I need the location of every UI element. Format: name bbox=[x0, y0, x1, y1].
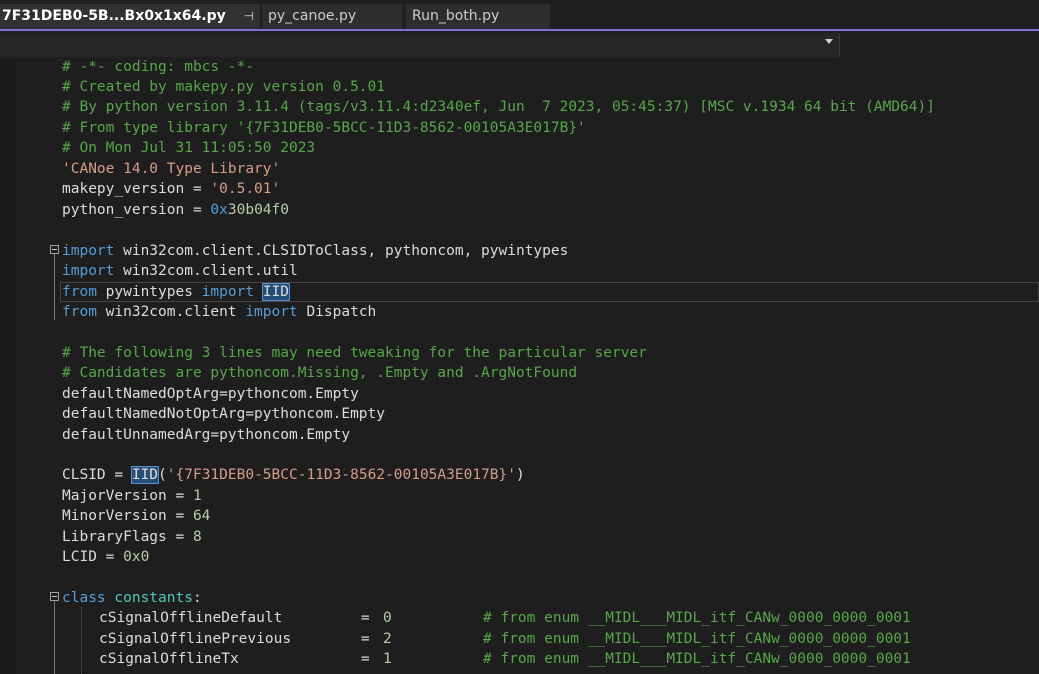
code-editor[interactable]: # -*- coding: mbcs -*- # Created by make… bbox=[0, 59, 1039, 674]
code-text: makepy_version = bbox=[62, 181, 211, 197]
document-tab-bar: 7F31DEB0-5B...Bx0x1x64.py ⊣ py_canoe.py … bbox=[0, 0, 1039, 29]
code-text: win32com.client bbox=[96, 304, 246, 320]
class-name: constants bbox=[114, 590, 193, 606]
keyword: import bbox=[245, 304, 298, 320]
constant-comment: # from enum __MIDL___MIDL_itf_CANw_0000_… bbox=[483, 610, 911, 626]
code-text: LCID = bbox=[62, 549, 124, 565]
keyword: import bbox=[201, 284, 255, 300]
number-literal: 0x0 bbox=[123, 549, 150, 565]
tab-makepy-generated-file[interactable]: 7F31DEB0-5B...Bx0x1x64.py ⊣ bbox=[0, 4, 260, 29]
constant-name: cSignalOfflineTx = bbox=[99, 651, 370, 667]
code-text: MinorVersion = bbox=[62, 508, 193, 524]
constant-comment: # from enum __MIDL___MIDL_itf_CANw_0000_… bbox=[483, 651, 911, 667]
number-literal: 64 bbox=[192, 508, 211, 524]
code-text: win32com.client.util bbox=[114, 263, 298, 279]
code-line-3: # By python version 3.11.4 (tags/v3.11.4… bbox=[62, 99, 935, 115]
constant-name: cSignalOfflineDefault = bbox=[99, 610, 370, 626]
constant-comment: # from enum __MIDL___MIDL_itf_CANw_0000_… bbox=[483, 631, 911, 647]
hex-prefix: 0x bbox=[210, 202, 228, 218]
pin-icon[interactable]: ⊣ bbox=[244, 4, 254, 29]
collapse-imports-icon[interactable] bbox=[50, 245, 59, 254]
highlighted-reference[interactable]: IID bbox=[130, 466, 160, 484]
keyword: import bbox=[62, 243, 115, 259]
navigation-bar bbox=[0, 31, 1039, 59]
code-line-19: defaultUnnamedArg=pythoncom.Empty bbox=[62, 427, 351, 443]
tab-label: Run_both.py bbox=[412, 8, 500, 24]
keyword: from bbox=[62, 284, 97, 300]
code-text: ) bbox=[515, 467, 525, 483]
keyword: from bbox=[62, 304, 97, 320]
tab-label: py_canoe.py bbox=[268, 8, 357, 24]
constant-value: 2 bbox=[383, 631, 392, 647]
code-line-12: from pywintypes import IID bbox=[62, 282, 291, 302]
fold-guide bbox=[54, 254, 55, 320]
code-line-5: # On Mon Jul 31 11:05:50 2023 bbox=[62, 140, 316, 156]
chevron-down-icon[interactable] bbox=[825, 39, 833, 44]
indent-guide bbox=[81, 607, 82, 674]
fold-guide bbox=[54, 601, 55, 674]
code-text: CLSID = bbox=[62, 467, 132, 483]
code-line-4: # From type library '{7F31DEB0-5BCC-11D3… bbox=[62, 120, 586, 136]
constant-value: 1 bbox=[383, 651, 392, 667]
tab-label: 7F31DEB0-5B...Bx0x1x64.py bbox=[2, 8, 226, 24]
string-literal: '0.5.01' bbox=[210, 181, 281, 197]
code-line-17: defaultNamedOptArg=pythoncom.Empty bbox=[62, 386, 359, 402]
code-text: ( bbox=[158, 467, 167, 483]
number-literal: 30b04f0 bbox=[227, 202, 289, 218]
code-line-1: # -*- coding: mbcs -*- bbox=[62, 59, 255, 75]
member-navigation-dropdown[interactable] bbox=[0, 33, 840, 57]
code-line-21: CLSID = IID('{7F31DEB0-5BCC-11D3-8562-00… bbox=[62, 465, 525, 485]
code-line-22: MajorVersion = 1 bbox=[62, 486, 202, 506]
code-line-18: defaultNamedNotOptArg=pythoncom.Empty bbox=[62, 406, 386, 422]
code-line-7: makepy_version = '0.5.01' bbox=[62, 179, 280, 199]
code-line-15: # The following 3 lines may need tweakin… bbox=[62, 345, 647, 361]
code-line-10: import win32com.client.CLSIDToClass, pyt… bbox=[62, 241, 568, 261]
code-text: python_version = bbox=[62, 202, 211, 218]
string-literal: '{7F31DEB0-5BCC-11D3-8562-00105A3E017B}' bbox=[166, 467, 516, 483]
code-line-25: LCID = 0x0 bbox=[62, 547, 149, 567]
code-text: win32com.client.CLSIDToClass, pythoncom,… bbox=[114, 243, 569, 259]
code-line-27: class constants: bbox=[62, 588, 202, 608]
constant-value: 0 bbox=[383, 610, 392, 626]
code-text: LibraryFlags = bbox=[62, 529, 193, 545]
code-line-2: # Created by makepy.py version 0.5.01 bbox=[62, 79, 386, 95]
selected-text[interactable]: IID bbox=[261, 283, 291, 301]
collapse-class-icon[interactable] bbox=[50, 592, 59, 601]
constant-name: cSignalOfflinePrevious = bbox=[99, 631, 370, 647]
keyword: import bbox=[62, 263, 115, 279]
keyword: class bbox=[62, 590, 106, 606]
code-line-6: 'CANoe 14.0 Type Library' bbox=[62, 161, 281, 177]
code-line-16: # Candidates are pythoncom.Missing, .Emp… bbox=[62, 365, 578, 381]
code-line-13: from win32com.client import Dispatch bbox=[62, 302, 376, 322]
code-line-23: MinorVersion = 64 bbox=[62, 506, 210, 526]
code-line-8: python_version = 0x30b04f0 bbox=[62, 200, 289, 220]
editor-margin bbox=[0, 59, 16, 674]
number-literal: 8 bbox=[192, 529, 202, 545]
code-text: MajorVersion = bbox=[62, 488, 193, 504]
code-line-11: import win32com.client.util bbox=[62, 261, 298, 281]
code-text: : bbox=[192, 590, 202, 606]
number-literal: 1 bbox=[192, 488, 202, 504]
tab-py-canoe[interactable]: py_canoe.py bbox=[262, 4, 402, 29]
tab-run-both[interactable]: Run_both.py bbox=[406, 4, 550, 29]
code-text: pywintypes bbox=[96, 284, 202, 300]
code-line-24: LibraryFlags = 8 bbox=[62, 527, 202, 547]
code-text: Dispatch bbox=[297, 304, 377, 320]
